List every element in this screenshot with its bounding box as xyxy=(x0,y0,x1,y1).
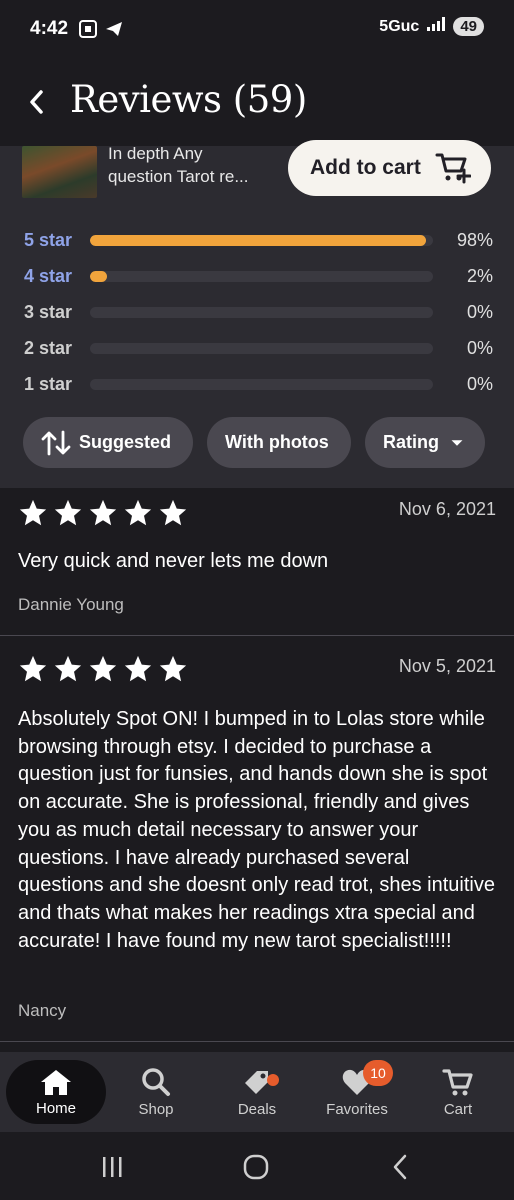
status-bar: 4:42 5Guc 49 xyxy=(0,0,514,60)
cart-icon xyxy=(442,1068,473,1095)
home-system-button[interactable] xyxy=(236,1152,276,1182)
nav-deals[interactable]: Deals xyxy=(207,1060,307,1124)
bottom-nav: Home Shop Deals 10 Favorites Cart xyxy=(0,1052,514,1132)
caret-down-icon xyxy=(451,439,463,446)
star-icon xyxy=(159,499,187,526)
product-thumbnail[interactable] xyxy=(22,146,97,198)
product-strip: In depth Any question Tarot re... Add to… xyxy=(0,140,514,206)
rating-percent: 0% xyxy=(466,373,493,394)
home-icon xyxy=(41,1069,71,1095)
signal-icon xyxy=(427,17,446,36)
review-date: Nov 5, 2021 xyxy=(398,656,496,676)
rating-filter-chip[interactable]: Rating xyxy=(365,417,485,468)
reviewer-name[interactable]: Dannie Young xyxy=(18,595,124,615)
nav-favorites[interactable]: 10 Favorites xyxy=(307,1060,407,1124)
favorites-badge: 10 xyxy=(363,1060,393,1086)
rating-percent: 98% xyxy=(456,229,493,250)
rating-breakdown: 5 star 98% 4 star 2% 3 star 0% 2 star 0%… xyxy=(0,206,514,488)
product-name-line2: question Tarot re... xyxy=(108,167,249,186)
rating-label: Rating xyxy=(383,432,439,452)
rating-row-5[interactable]: 5 star 98% xyxy=(24,222,494,258)
add-to-cart-button[interactable]: Add to cart xyxy=(288,140,491,196)
review-divider xyxy=(0,1041,514,1042)
rating-bar-track xyxy=(90,378,433,390)
nav-deals-label: Deals xyxy=(237,1100,277,1118)
app-bar: Reviews (59) xyxy=(0,60,514,146)
review-stars xyxy=(18,654,188,684)
rating-percent: 2% xyxy=(466,265,493,286)
rating-row-2: 2 star 0% xyxy=(24,330,494,366)
rating-bar-track xyxy=(90,342,433,354)
status-right: 5Guc 49 xyxy=(379,17,484,36)
product-name[interactable]: In depth Any question Tarot re... xyxy=(108,142,278,188)
reviewer-name[interactable]: Nancy xyxy=(18,1001,66,1021)
rating-bar-track xyxy=(90,270,433,282)
back-button[interactable] xyxy=(18,82,54,122)
product-name-line1: In depth Any xyxy=(108,144,203,163)
recent-apps-icon xyxy=(103,1157,122,1177)
review-text: Absolutely Spot ON! I bumped in to Lolas… xyxy=(18,708,495,952)
rating-bar-track xyxy=(90,234,433,246)
back-chevron-icon xyxy=(393,1154,407,1180)
star-icon xyxy=(124,655,152,682)
star-icon xyxy=(89,499,117,526)
cart-plus-icon xyxy=(435,153,471,184)
star-label: 3 star xyxy=(24,301,73,322)
star-label: 4 star xyxy=(24,265,73,286)
rating-percent: 0% xyxy=(466,301,493,322)
with-photos-chip[interactable]: With photos xyxy=(207,417,351,468)
rating-row-4[interactable]: 4 star 2% xyxy=(24,258,494,294)
nav-shop[interactable]: Shop xyxy=(106,1060,206,1124)
status-time: 4:42 xyxy=(30,18,69,39)
nav-favorites-label: Favorites xyxy=(326,1100,388,1118)
screenshot-icon xyxy=(78,19,98,44)
page-title: Reviews (59) xyxy=(70,78,307,121)
system-nav-bar xyxy=(0,1132,514,1200)
star-icon xyxy=(19,499,47,526)
rating-bar-fill xyxy=(90,234,427,246)
telegram-icon xyxy=(104,19,124,44)
sort-arrows-icon xyxy=(41,430,71,455)
nav-shop-label: Shop xyxy=(138,1100,174,1118)
suggested-label: Suggested xyxy=(79,432,172,452)
system-back-button[interactable] xyxy=(380,1152,420,1182)
review-text: Very quick and never lets me down xyxy=(18,550,329,572)
nav-home-label: Home xyxy=(35,1099,76,1117)
review-date: Nov 6, 2021 xyxy=(398,499,496,519)
star-icon xyxy=(124,499,152,526)
suggested-sort-chip[interactable]: Suggested xyxy=(23,417,193,468)
status-left-icons xyxy=(78,19,124,44)
star-label: 1 star xyxy=(24,373,73,394)
chevron-left-icon xyxy=(30,90,43,114)
review-item: Nov 6, 2021 Very quick and never lets me… xyxy=(0,488,514,636)
with-photos-label: With photos xyxy=(225,432,329,452)
star-label: 5 star xyxy=(24,229,73,250)
rating-percent: 0% xyxy=(466,337,493,358)
rating-bar-fill xyxy=(90,270,108,282)
recent-apps-button[interactable] xyxy=(92,1152,132,1182)
battery-indicator: 49 xyxy=(453,17,484,36)
rating-row-3: 3 star 0% xyxy=(24,294,494,330)
star-label: 2 star xyxy=(24,337,73,358)
star-icon xyxy=(19,655,47,682)
nav-cart-label: Cart xyxy=(443,1100,473,1118)
network-label: 5Guc xyxy=(379,17,420,35)
star-icon xyxy=(54,499,82,526)
review-item: Nov 5, 2021 Absolutely Spot ON! I bumped… xyxy=(0,636,514,1052)
add-to-cart-label: Add to cart xyxy=(310,156,421,179)
filter-chips: Suggested With photos Rating xyxy=(23,417,485,468)
nav-home[interactable]: Home xyxy=(6,1060,106,1124)
search-icon xyxy=(142,1067,170,1096)
review-stars xyxy=(18,498,188,528)
home-circle-icon xyxy=(243,1154,269,1180)
rating-row-1: 1 star 0% xyxy=(24,366,494,402)
star-icon xyxy=(159,655,187,682)
deals-notification-dot xyxy=(267,1074,279,1086)
star-icon xyxy=(54,655,82,682)
nav-cart[interactable]: Cart xyxy=(408,1060,508,1124)
rating-bar-track xyxy=(90,306,433,318)
star-icon xyxy=(89,655,117,682)
